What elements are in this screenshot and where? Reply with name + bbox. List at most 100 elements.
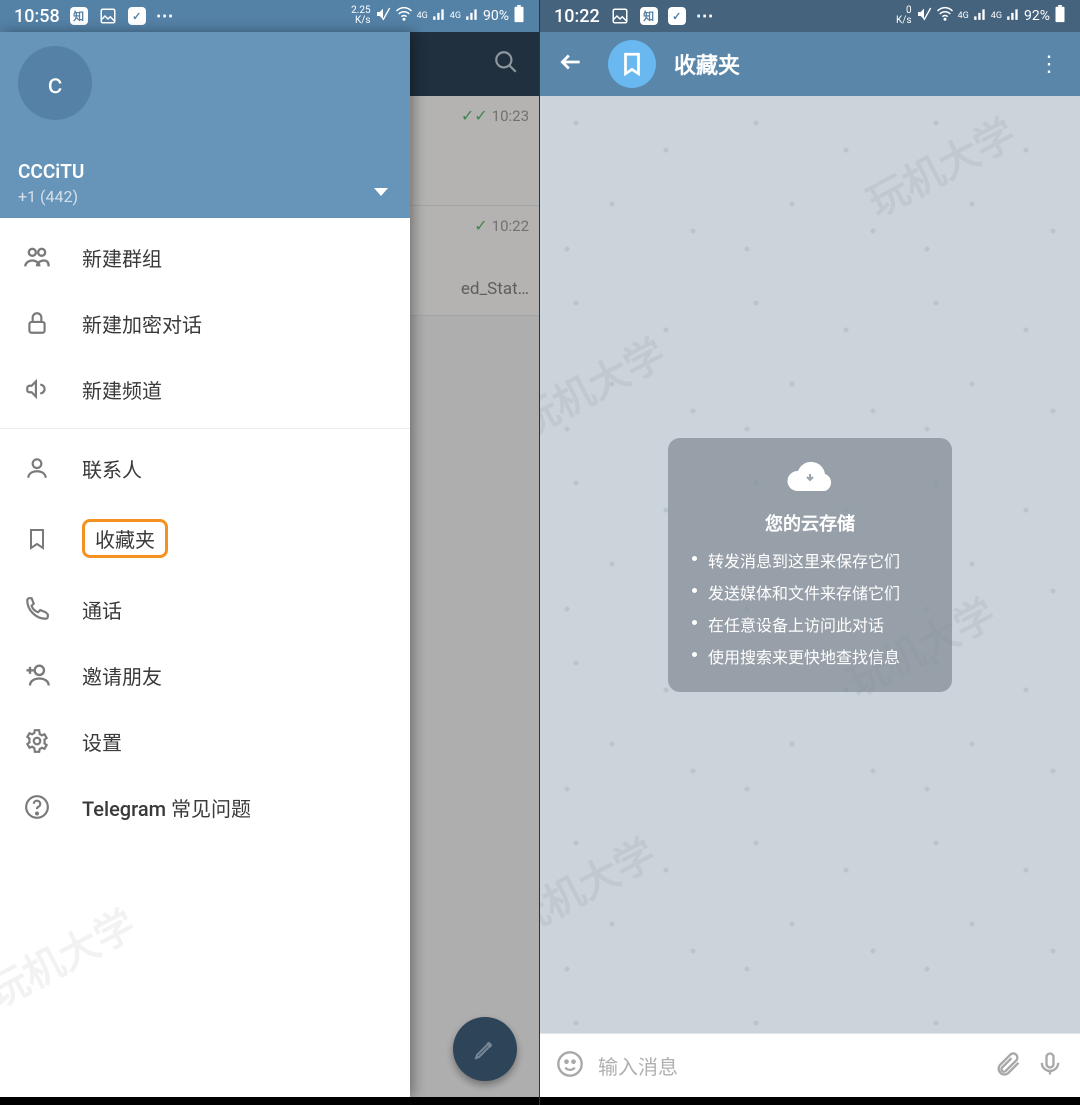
chat-title[interactable]: 收藏夹	[674, 48, 1012, 80]
emoji-icon[interactable]	[556, 1050, 584, 1082]
saved-avatar[interactable]	[608, 40, 656, 88]
battery-icon	[513, 5, 525, 27]
add-person-icon	[22, 660, 52, 690]
mute-icon	[375, 6, 391, 26]
chat-time: 10:22	[492, 217, 529, 235]
account-name: CCCiTU	[18, 160, 392, 183]
compose-fab[interactable]	[453, 1017, 517, 1081]
menu-new-secret-chat[interactable]: 新建加密对话	[0, 290, 410, 356]
net-4g-1: 4G	[958, 12, 969, 21]
megaphone-icon	[22, 374, 52, 404]
screenshot-saved-messages: 10:22 知 ✓ 0K/s 4G 4G 92%	[540, 0, 1080, 1105]
account-phone: +1 (442)	[18, 187, 392, 206]
app-header-search	[409, 32, 539, 96]
menu-invite[interactable]: 邀请朋友	[0, 642, 410, 708]
menu-label: Telegram 常见问题	[82, 793, 251, 822]
screenshot-drawer: 10:58 知 ✓ 2.25K/s 4G 4G 90%	[0, 0, 540, 1105]
chat-body[interactable]: 玩机大学 玩机大学 玩机大学 玩机大学 您的云存储 转发消息到这里来保存它们 发…	[540, 96, 1080, 1033]
chat-time: 10:23	[492, 107, 529, 125]
cloud-heading: 您的云存储	[686, 510, 934, 536]
menu-new-channel[interactable]: 新建频道	[0, 356, 410, 422]
help-icon	[22, 792, 52, 822]
image-icon	[610, 6, 630, 26]
message-input[interactable]: 输入消息	[598, 1051, 980, 1080]
app-icon-check: ✓	[668, 7, 686, 25]
chat-header: 收藏夹 ⋮	[540, 32, 1080, 96]
status-right: 2.25K/s 4G 4G 90%	[351, 5, 525, 27]
read-check-icon: ✓	[474, 216, 487, 235]
menu-label: 设置	[82, 727, 122, 756]
bookmark-icon	[22, 524, 52, 554]
back-button[interactable]	[552, 43, 590, 85]
lock-icon	[22, 308, 52, 338]
net-4g-2: 4G	[450, 12, 461, 21]
cloud-icon	[686, 458, 934, 500]
app-icon-check: ✓	[128, 7, 146, 25]
net-speed: 2.25K/s	[351, 6, 371, 26]
signal-icon-1	[973, 7, 987, 25]
net-speed: 0K/s	[896, 6, 912, 26]
menu-label: 新建频道	[82, 375, 162, 404]
drawer-header[interactable]: c CCCiTU +1 (442)	[0, 32, 410, 218]
menu-faq[interactable]: Telegram 常见问题	[0, 774, 410, 840]
drawer-menu: 新建群组 新建加密对话 新建频道 联系人	[0, 218, 410, 1097]
nav-drawer: c CCCiTU +1 (442) 新建群组 新建加密对话	[0, 32, 410, 1097]
attach-icon[interactable]	[994, 1050, 1022, 1082]
highlight-saved: 收藏夹	[82, 519, 168, 558]
menu-label: 通话	[82, 595, 122, 624]
battery-pct: 92%	[1024, 8, 1050, 24]
status-more-icon	[156, 6, 174, 27]
chat-preview: ed_Stat…	[409, 279, 529, 299]
cloud-storage-card: 您的云存储 转发消息到这里来保存它们 发送媒体和文件来存储它们 在任意设备上访问…	[668, 438, 952, 692]
cloud-tips-list: 转发消息到这里来保存它们 发送媒体和文件来存储它们 在任意设备上访问此对话 使用…	[686, 548, 934, 668]
signal-icon-2	[465, 7, 479, 25]
net-4g-1: 4G	[417, 12, 428, 21]
status-left: 10:58 知 ✓	[14, 6, 174, 27]
battery-icon	[1054, 5, 1066, 27]
status-bar-left: 10:58 知 ✓ 2.25K/s 4G 4G 90%	[0, 0, 539, 32]
avatar-initial: c	[48, 67, 63, 100]
cloud-tip: 使用搜索来更快地查找信息	[692, 644, 934, 668]
menu-label: 新建加密对话	[82, 309, 202, 338]
search-icon[interactable]	[493, 49, 519, 79]
status-more-icon	[696, 6, 714, 27]
chat-row-1[interactable]: ✓✓10:23	[409, 96, 539, 206]
status-time: 10:22	[554, 6, 600, 27]
mic-icon[interactable]	[1036, 1050, 1064, 1082]
cloud-tip: 在任意设备上访问此对话	[692, 612, 934, 636]
status-time: 10:58	[14, 6, 60, 27]
net-4g-2: 4G	[991, 12, 1002, 21]
chat-row-2[interactable]: ✓ 10:22 ed_Stat…	[409, 206, 539, 316]
android-nav-bar	[0, 1097, 539, 1105]
more-menu-icon[interactable]: ⋮	[1030, 46, 1068, 83]
wifi-icon	[936, 5, 954, 27]
wifi-icon	[395, 5, 413, 27]
signal-icon-1	[432, 7, 446, 25]
signal-icon-2	[1006, 7, 1020, 25]
person-icon	[22, 453, 52, 483]
menu-saved-messages[interactable]: 收藏夹	[0, 501, 410, 576]
menu-contacts[interactable]: 联系人	[0, 435, 410, 501]
menu-calls[interactable]: 通话	[0, 576, 410, 642]
battery-pct: 90%	[483, 8, 509, 24]
android-nav-bar	[540, 1097, 1080, 1105]
app-icon-zhi: 知	[70, 7, 88, 25]
menu-new-group[interactable]: 新建群组	[0, 224, 410, 290]
menu-settings[interactable]: 设置	[0, 708, 410, 774]
group-icon	[22, 242, 52, 272]
gear-icon	[22, 726, 52, 756]
status-right: 0K/s 4G 4G 92%	[896, 5, 1066, 27]
app-icon-zhi: 知	[640, 7, 658, 25]
phone-icon	[22, 594, 52, 624]
mute-icon	[916, 6, 932, 26]
status-bar-right: 10:22 知 ✓ 0K/s 4G 4G 92%	[540, 0, 1080, 32]
expand-accounts-icon[interactable]	[374, 188, 388, 196]
menu-label: 收藏夹	[95, 528, 155, 552]
cloud-tip: 转发消息到这里来保存它们	[692, 548, 934, 572]
image-icon	[98, 6, 118, 26]
read-check-icon: ✓✓	[461, 106, 488, 125]
cloud-tip: 发送媒体和文件来存储它们	[692, 580, 934, 604]
avatar[interactable]: c	[18, 46, 92, 120]
menu-label: 邀请朋友	[82, 661, 162, 690]
message-input-bar: 输入消息	[540, 1033, 1080, 1097]
